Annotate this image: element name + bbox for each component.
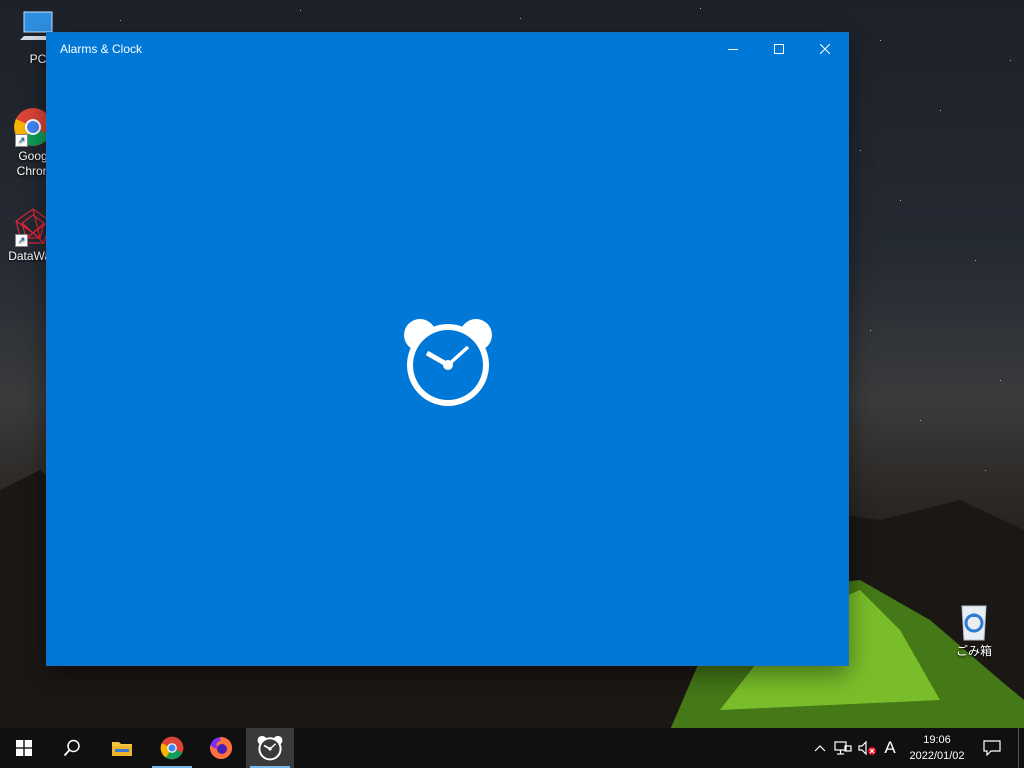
alarm-clock-icon xyxy=(404,319,492,406)
shortcut-arrow-icon: ↗ xyxy=(15,134,28,147)
window-titlebar[interactable]: Alarms & Clock xyxy=(47,33,848,65)
chrome-icon xyxy=(160,736,184,760)
minimize-button[interactable] xyxy=(710,33,756,65)
clock-time: 19:06 xyxy=(923,734,951,746)
alarm-clock-icon xyxy=(257,735,283,761)
network-icon xyxy=(834,741,852,755)
network-button[interactable] xyxy=(832,728,854,768)
minimize-icon xyxy=(728,49,738,50)
folder-icon xyxy=(112,742,132,756)
show-desktop-button[interactable] xyxy=(1018,728,1024,768)
windows-start-icon xyxy=(16,740,32,756)
clock-button[interactable]: 19:06 2022/01/02 xyxy=(902,728,972,768)
taskbar-chrome[interactable] xyxy=(148,728,196,768)
taskbar-firefox[interactable] xyxy=(197,728,245,768)
close-button[interactable] xyxy=(802,33,848,65)
taskbar: A 19:06 2022/01/02 xyxy=(0,728,1024,768)
search-icon xyxy=(63,739,80,757)
volume-muted-icon xyxy=(858,740,876,756)
firefox-icon xyxy=(210,736,233,759)
maximize-icon xyxy=(774,44,784,54)
shortcut-arrow-icon: ↗ xyxy=(15,234,28,247)
desktop-icon-label: ごみ箱 xyxy=(955,644,992,658)
alarms-clock-window: Alarms & Clock xyxy=(47,33,848,665)
clock-date: 2022/01/02 xyxy=(909,750,965,762)
action-center-button[interactable] xyxy=(974,728,1010,768)
notification-icon xyxy=(983,740,1001,756)
start-button[interactable] xyxy=(0,728,48,768)
chevron-up-icon xyxy=(814,745,826,752)
close-icon xyxy=(820,44,830,54)
taskbar-file-explorer[interactable] xyxy=(98,728,146,768)
taskbar-alarms-clock[interactable] xyxy=(246,728,294,768)
volume-button[interactable] xyxy=(856,728,878,768)
window-title: Alarms & Clock xyxy=(60,42,143,56)
recycle-bin-icon xyxy=(954,602,994,642)
ime-indicator[interactable]: A xyxy=(880,728,900,768)
maximize-button[interactable] xyxy=(756,33,802,65)
desktop-icon-recycle-bin[interactable]: ごみ箱 xyxy=(938,602,1010,659)
search-button[interactable] xyxy=(48,728,96,768)
show-hidden-icons-button[interactable] xyxy=(810,728,830,768)
